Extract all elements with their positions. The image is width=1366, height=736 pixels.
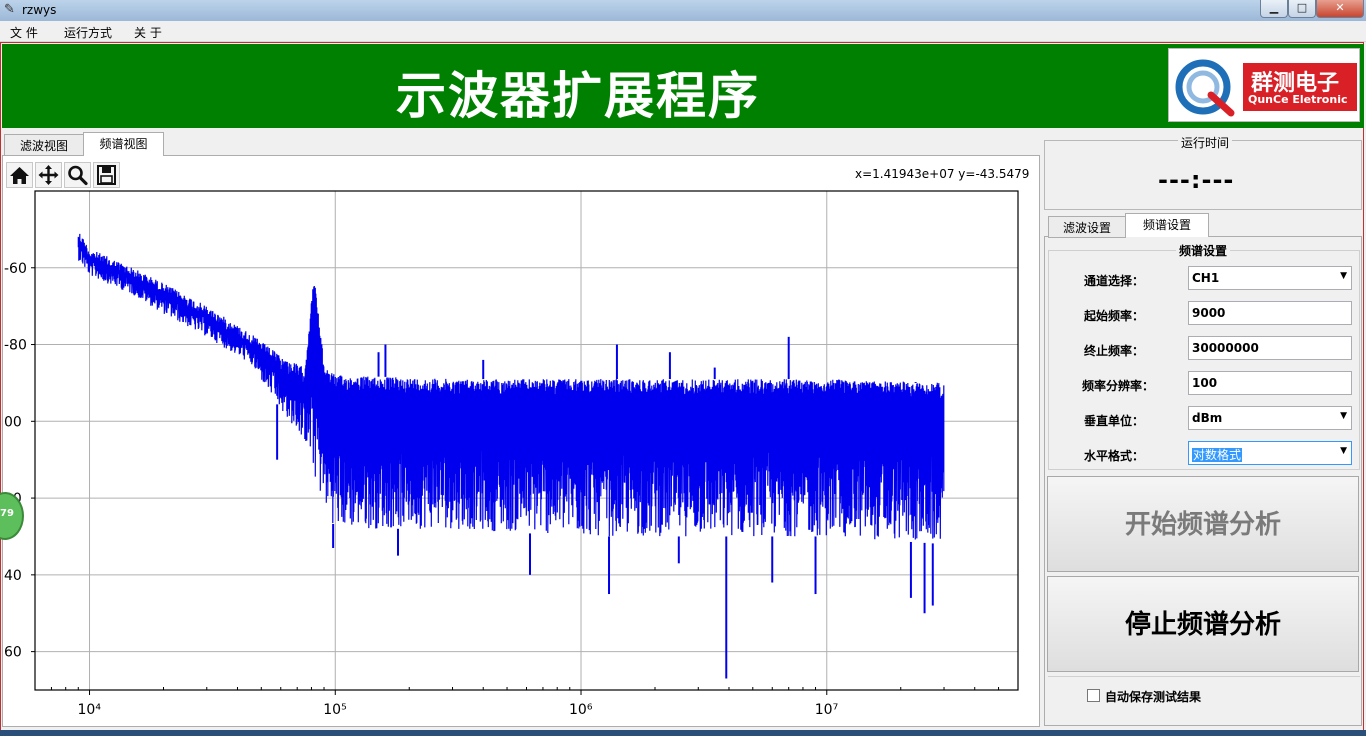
start-freq-label: 起始频率：: [1083, 309, 1144, 323]
start-analysis-button[interactable]: 开始频谱分析: [1047, 476, 1359, 572]
taskbar: [0, 730, 1366, 736]
stop-freq-value: 30000000: [1192, 341, 1259, 355]
menu-run-mode[interactable]: 运行方式: [64, 24, 112, 41]
tab-spectrum-settings[interactable]: 频谱设置: [1125, 213, 1209, 237]
banner-title: 示波器扩展程序: [396, 67, 760, 125]
chevron-down-icon: ▼: [1340, 411, 1347, 421]
horizontal-format-select[interactable]: 对数格式 ▼: [1188, 441, 1352, 465]
vertical-unit-label: 垂直单位：: [1083, 414, 1144, 428]
autosave-checkbox[interactable]: [1087, 689, 1100, 702]
vertical-unit-select[interactable]: dBm ▼: [1188, 406, 1352, 430]
horizontal-format-value: 对数格式: [1192, 448, 1243, 462]
zoom-icon[interactable]: [64, 162, 91, 188]
y-tick-label: 40: [4, 568, 22, 584]
autosave-label[interactable]: 自动保存测试结果: [1105, 688, 1201, 705]
group-title: 频谱设置: [1176, 242, 1231, 259]
stop-freq-input[interactable]: 30000000: [1188, 336, 1352, 360]
y-tick-label: -80: [4, 338, 27, 354]
logo-q-icon: [1175, 59, 1235, 117]
vertical-unit-value: dBm: [1192, 411, 1223, 425]
floating-badge-text: 79: [0, 508, 14, 519]
stop-freq-label: 终止频率：: [1083, 344, 1144, 358]
runtime-label: 运行时间: [1178, 134, 1233, 151]
chevron-down-icon: ▼: [1340, 446, 1347, 456]
pan-icon[interactable]: [35, 162, 62, 188]
menu-bar: 文 件 运行方式 关 于: [0, 21, 1366, 42]
spectrum-plot[interactable]: -60-800020406010⁴10⁵10⁶10⁷: [4, 190, 1036, 720]
start-freq-input[interactable]: 9000: [1188, 301, 1352, 325]
cursor-readout: x=1.41943e+07 y=-43.5479: [855, 167, 1030, 181]
menu-file[interactable]: 文 件: [10, 24, 38, 41]
logo-text-box: 群测电子 QunCe Eletronic: [1243, 63, 1357, 111]
start-freq-value: 9000: [1192, 306, 1226, 320]
company-logo: 群测电子 QunCe Eletronic: [1168, 48, 1360, 122]
app-icon: ✎: [4, 2, 15, 17]
y-tick-label: -60: [4, 261, 27, 277]
x-tick-label: 10⁴: [78, 702, 102, 718]
y-tick-label: 60: [4, 645, 22, 661]
channel-select[interactable]: CH1 ▼: [1188, 266, 1352, 290]
chevron-down-icon: ▼: [1340, 271, 1347, 281]
window-title: rzwys: [22, 3, 57, 17]
runtime-value: ---:---: [1158, 166, 1235, 194]
x-tick-label: 10⁶: [569, 702, 593, 718]
tab-filter-view[interactable]: 滤波视图: [4, 134, 84, 156]
stop-analysis-button[interactable]: 停止频谱分析: [1047, 576, 1359, 672]
minimize-button[interactable]: ▁: [1260, 0, 1288, 18]
close-button[interactable]: ✕: [1316, 0, 1364, 18]
home-icon[interactable]: [6, 162, 33, 188]
channel-value: CH1: [1192, 271, 1220, 285]
maximize-button[interactable]: □: [1288, 0, 1316, 18]
resolution-value: 100: [1192, 376, 1218, 390]
x-tick-label: 10⁵: [323, 702, 346, 718]
save-icon[interactable]: [93, 162, 120, 188]
tab-filter-settings[interactable]: 滤波设置: [1048, 216, 1126, 238]
spectrum-trace: [77, 233, 945, 540]
y-tick-label: 00: [4, 414, 22, 430]
channel-label: 通道选择：: [1083, 274, 1144, 288]
logo-en-text: QunCe Eletronic: [1248, 93, 1348, 106]
resolution-label: 频率分辨率：: [1081, 379, 1154, 393]
plot-toolbar: [6, 161, 124, 189]
menu-about[interactable]: 关 于: [134, 24, 162, 41]
tab-spectrum-view[interactable]: 频谱视图: [83, 132, 164, 156]
x-tick-label: 10⁷: [815, 702, 838, 718]
horizontal-format-label: 水平格式：: [1083, 449, 1144, 463]
resolution-input[interactable]: 100: [1188, 371, 1352, 395]
title-bar: ✎ rzwys ▁ □ ✕: [0, 0, 1366, 22]
